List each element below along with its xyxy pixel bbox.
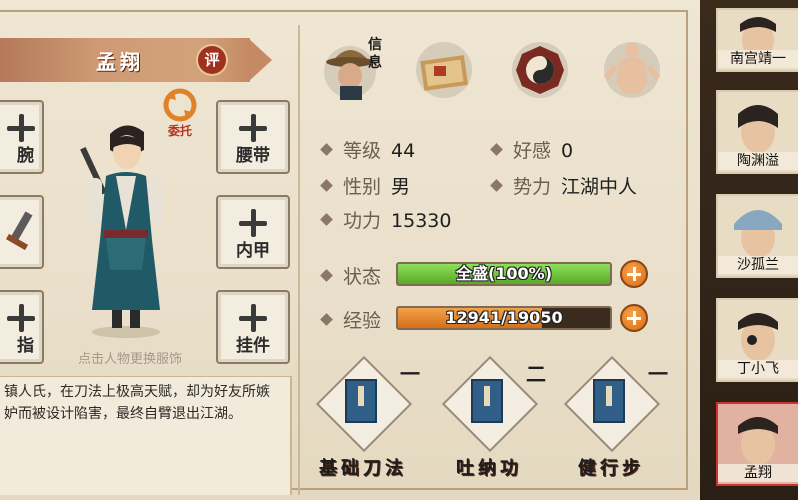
skill-book-icon	[593, 379, 625, 423]
tab-info[interactable]: 信息	[318, 32, 390, 104]
equip-slot-pendant[interactable]: 挂件	[216, 290, 290, 364]
character-screen: 孟翔 评 腕 指 腰带 内甲 挂件 委托 点击人物更换服饰 镇人氏，在刀法上极高…	[0, 0, 798, 500]
skill-slot-1[interactable]: 一 基础刀法	[315, 355, 420, 490]
diamond-icon	[320, 179, 333, 192]
status-add-button[interactable]	[620, 260, 648, 288]
equip-slot-weapon[interactable]	[0, 195, 44, 269]
equip-slot-ring[interactable]: 指	[0, 290, 44, 364]
exp-bar: 12941/19050	[396, 306, 612, 330]
character-figure[interactable]	[76, 120, 176, 340]
character-bio: 镇人氏，在刀法上极高天赋，却为好友所嫉妒而被设计陷害，最终自臂退出江湖。	[0, 376, 292, 495]
diamond-icon	[490, 143, 503, 156]
equip-slot-belt[interactable]: 腰带	[216, 100, 290, 174]
meridian-body-icon	[603, 42, 661, 98]
add-equip-icon	[239, 304, 267, 332]
roster-portrait-selected[interactable]: 孟翔	[716, 402, 798, 486]
stat-level: 等级 44	[320, 136, 415, 163]
status-bar: 全盛(100%)	[396, 262, 612, 286]
skill-slot-2[interactable]: 二 吐纳功	[441, 355, 546, 490]
bagua-icon	[512, 42, 568, 98]
diamond-icon	[320, 213, 333, 226]
stat-gender: 性别男	[320, 172, 410, 199]
panel-divider	[298, 25, 300, 495]
diamond-icon	[320, 269, 333, 282]
add-equip-icon	[7, 304, 35, 332]
bio-text: 镇人氏，在刀法上极高天赋，却为好友所嫉妒而被设计陷害，最终自臂退出江湖。	[4, 384, 270, 422]
stat-exp-label: 经验	[320, 306, 381, 333]
roster-portrait[interactable]: 南宫靖一	[716, 8, 798, 72]
add-equip-icon	[239, 209, 267, 237]
roster-portrait[interactable]: 沙孤兰	[716, 194, 798, 278]
tab-bagua[interactable]	[504, 32, 576, 104]
name-banner: 孟翔 评	[0, 38, 272, 82]
sword-icon	[5, 211, 33, 251]
add-equip-icon	[7, 114, 35, 142]
skill-book-icon	[471, 379, 503, 423]
roster-portrait[interactable]: 陶渊溢	[716, 90, 798, 174]
entrust-icon	[163, 88, 197, 122]
diamond-icon	[490, 179, 503, 192]
stat-favor: 好感 0	[490, 136, 573, 163]
exp-add-button[interactable]	[620, 304, 648, 332]
stat-status-label: 状态	[320, 262, 381, 289]
stat-power: 功力 15330	[320, 206, 451, 233]
change-outfit-hint: 点击人物更换服饰	[77, 352, 182, 367]
diamond-icon	[320, 143, 333, 156]
diamond-icon	[320, 313, 333, 326]
tab-meridian[interactable]	[596, 32, 668, 104]
roster-portrait[interactable]: 丁小飞	[716, 298, 798, 382]
equip-slot-wrist[interactable]: 腕	[0, 100, 44, 174]
map-scroll-icon	[416, 42, 472, 98]
add-equip-icon	[239, 114, 267, 142]
stat-faction: 势力 江湖中人	[490, 172, 637, 199]
tab-map[interactable]	[408, 32, 480, 104]
character-name: 孟翔	[96, 50, 144, 74]
skill-slot-3[interactable]: 一 健行步	[563, 355, 668, 490]
evaluate-button[interactable]: 评	[198, 46, 226, 74]
skill-book-icon	[345, 379, 377, 423]
equip-slot-armor[interactable]: 内甲	[216, 195, 290, 269]
